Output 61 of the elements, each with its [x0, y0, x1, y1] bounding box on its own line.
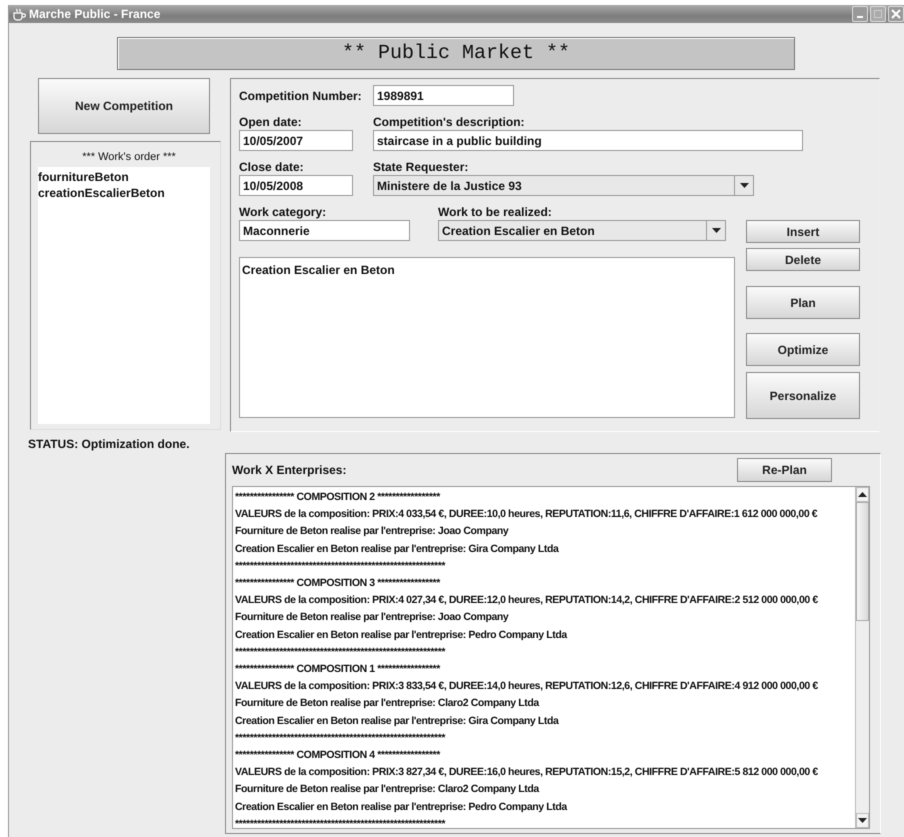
- maximize-icon: [873, 9, 883, 19]
- replan-button[interactable]: Re-Plan: [737, 458, 832, 482]
- result-line: *********************************************************: [235, 558, 446, 574]
- field-label: Work category:: [239, 204, 328, 220]
- work-dropdown[interactable]: Creation Escalier en Beton: [438, 220, 726, 241]
- result-line: Fourniture de Beton realise par l'entreprise: Claro2 Company Ltda: [235, 696, 540, 712]
- result-line: Creation Escalier en Beton realise par l'entreprise: Pedro Company Ltda: [235, 800, 568, 815]
- result-line: **************** COMPOSITION 1 *****************: [235, 662, 442, 678]
- results-title: Work X Enterprises:: [232, 462, 346, 478]
- caret-icon: [712, 228, 720, 233]
- field-label: Competition's description:: [373, 114, 526, 130]
- header-banner: ** Public Market **: [117, 37, 795, 70]
- scroll-down-icon: [858, 818, 867, 823]
- result-line: *********************************************************: [235, 644, 446, 660]
- result-line: Fourniture de Beton realise par l'entreprise: Joao Company: [235, 524, 510, 540]
- field-label: State Requester:: [373, 159, 470, 175]
- new-competition-button[interactable]: New Competition: [38, 78, 210, 134]
- action-button[interactable]: Plan: [746, 286, 860, 319]
- window-title: Marche Public - France: [29, 7, 160, 21]
- result-line: VALEURS de la composition: PRIX:3 827,34 €, DUREE:16,0 heures, REPUTATION:15,2, CHIFFRE D'AFFAIRE:5 812 000 000,00 €: [235, 765, 819, 780]
- panel-title: *** Work's order ***: [82, 151, 176, 163]
- field-label: Competition Number:: [239, 88, 363, 104]
- result-line: Creation Escalier en Beton realise par l'entreprise: Pedro Company Ltda: [235, 628, 568, 643]
- action-button[interactable]: Optimize: [746, 333, 860, 366]
- result-line: **************** COMPOSITION 4 *****************: [235, 748, 442, 764]
- open-date-field[interactable]: 10/05/2007: [239, 130, 353, 151]
- minimize-icon: [857, 16, 863, 18]
- caret-icon: [740, 183, 748, 188]
- result-line: Creation Escalier en Beton realise par l'entreprise: Gira Company Ltda: [235, 714, 560, 729]
- result-line: Fourniture de Beton realise par l'entreprise: Joao Company: [235, 610, 510, 626]
- list-item[interactable]: fournitureBeton: [38, 169, 210, 185]
- competition-number-field[interactable]: 1989891: [373, 85, 514, 106]
- result-line: **************** COMPOSITION 3 *****************: [235, 576, 442, 592]
- notes-area[interactable]: Creation Escalier en Beton: [239, 257, 735, 418]
- list-item[interactable]: creationEscalierBeton: [38, 185, 210, 201]
- scrollbar[interactable]: [855, 487, 869, 828]
- close-icon: [891, 9, 901, 19]
- action-button[interactable]: Personalize: [746, 372, 860, 419]
- minimize-button[interactable]: [852, 6, 868, 22]
- result-line: Fourniture de Beton realise par l'entreprise: Claro2 Company Ltda: [235, 782, 540, 798]
- result-line: VALEURS de la composition: PRIX:4 033,54 €, DUREE:10,0 heures, REPUTATION:11,6, CHIFFRE D'AFFAIRE:1 612 000 000,00 €: [235, 507, 818, 522]
- description-field[interactable]: staircase in a public building: [373, 130, 803, 151]
- field-label: Open date:: [239, 114, 303, 130]
- action-button[interactable]: Insert: [746, 220, 860, 243]
- result-line: VALEURS de la composition: PRIX:3 833,54 €, DUREE:14,0 heures, REPUTATION:12,6, CHIFFRE D'AFFAIRE:4 912 000 000,00 €: [235, 679, 819, 694]
- coffee-cup-icon: [12, 8, 26, 20]
- result-line: VALEURS de la composition: PRIX:4 027,34 €, DUREE:12,0 heures, REPUTATION:14,2, CHIFFRE D'AFFAIRE:2 512 000 000,00 €: [235, 593, 819, 608]
- scroll-up-icon: [858, 492, 867, 497]
- field-label: Work to be realized:: [438, 204, 553, 220]
- action-button[interactable]: Delete: [746, 248, 860, 271]
- work-category-field[interactable]: Maconnerie: [239, 220, 410, 241]
- result-line: *********************************************************: [235, 816, 446, 828]
- state-requester-dropdown[interactable]: Ministere de la Justice 93: [373, 175, 754, 196]
- close-date-field[interactable]: 10/05/2008: [239, 175, 353, 196]
- result-line: Creation Escalier en Beton realise par l'entreprise: Gira Company Ltda: [235, 542, 560, 557]
- close-button[interactable]: [888, 6, 904, 22]
- maximize-button[interactable]: [870, 6, 886, 22]
- result-line: *********************************************************: [235, 730, 446, 746]
- field-label: Close date:: [239, 159, 305, 175]
- result-line: **************** COMPOSITION 2 *****************: [235, 490, 442, 505]
- status-text: STATUS: Optimization done.: [28, 437, 191, 451]
